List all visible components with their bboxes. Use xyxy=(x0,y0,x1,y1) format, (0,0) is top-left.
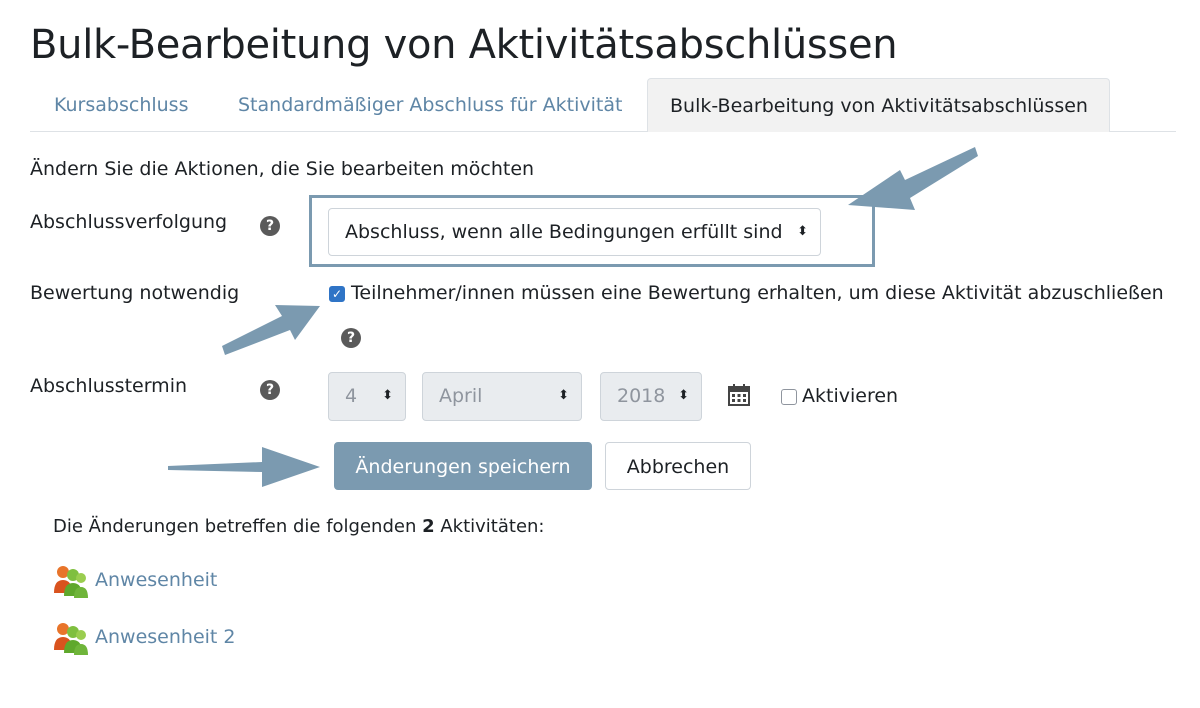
arrow-icon xyxy=(168,147,978,487)
annotation-arrows xyxy=(168,147,978,487)
